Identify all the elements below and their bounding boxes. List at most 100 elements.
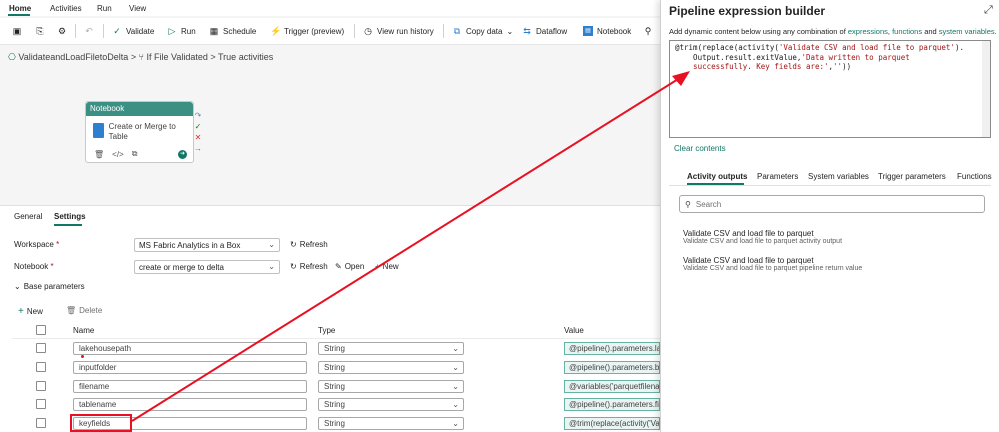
save-as-icon: ⎘ — [36, 26, 44, 36]
play-icon: ▷ — [168, 26, 176, 36]
dataflow-button[interactable]: ⇆ Dataflow — [522, 26, 567, 36]
param-value-input[interactable]: @pipeline().parameters.file — [564, 398, 660, 411]
tab-functions[interactable]: Functions — [957, 172, 992, 181]
expressions-link[interactable]: expressions — [848, 27, 888, 36]
notebook-button[interactable]: ▤ Notebook — [583, 26, 631, 36]
save-icon: ▣ — [12, 26, 22, 36]
tab-settings[interactable]: Settings — [54, 212, 86, 221]
dataflow-label: Dataflow — [536, 26, 568, 36]
output-item-title[interactable]: Validate CSV and load file to parquet — [683, 256, 814, 265]
plus-icon: + — [375, 262, 380, 271]
search-input[interactable]: ⚲ Search — [679, 195, 985, 213]
param-value-input[interactable]: @variables('parquetfilenam — [564, 380, 660, 393]
settings-button[interactable]: ⚙ — [57, 26, 67, 36]
new-notebook-button[interactable]: + New — [375, 262, 399, 271]
save-as-button[interactable]: ⎘ — [35, 26, 45, 36]
param-name-input[interactable]: inputfolder — [73, 361, 307, 374]
chevron-down-icon: ⌄ — [14, 282, 21, 291]
column-header-value: Value — [564, 326, 584, 335]
tab-activity-outputs[interactable]: Activity outputs — [687, 172, 747, 181]
save-button[interactable]: ▣ — [12, 26, 22, 36]
tab-parameters[interactable]: Parameters — [757, 172, 798, 181]
tab-view[interactable]: View — [129, 4, 146, 13]
param-value-input[interactable]: @pipeline().parameters.lak — [564, 342, 660, 355]
tab-general[interactable]: General — [14, 212, 42, 221]
notebook-activity-node[interactable]: Notebook Create or Merge to Table 🗑 </> … — [85, 101, 194, 163]
delete-icon[interactable]: 🗑 — [94, 150, 104, 159]
row-checkbox[interactable] — [36, 362, 46, 372]
if-condition-icon: ⑂ — [138, 52, 144, 62]
go-arrow-icon[interactable]: ➜ — [178, 149, 187, 159]
tab-run[interactable]: Run — [97, 4, 112, 13]
tab-activities[interactable]: Activities — [50, 4, 82, 13]
checkmark-icon: ✓ — [113, 26, 121, 36]
breadcrumb-branch: True activities — [218, 52, 274, 62]
output-item-subtitle: Validate CSV and load file to parquet ac… — [683, 238, 843, 245]
row-checkbox[interactable] — [36, 399, 46, 409]
validate-label: Validate — [126, 26, 155, 36]
param-type-select[interactable]: String ⌄ — [318, 398, 464, 411]
copy-data-button[interactable]: ⧉ Copy data ⌄ — [452, 26, 513, 36]
editor-scrollbar[interactable] — [982, 41, 990, 137]
param-value-input[interactable]: @pipeline().parameters.bro — [564, 361, 660, 374]
row-checkbox[interactable] — [36, 418, 46, 428]
functions-link[interactable]: functions — [892, 27, 922, 36]
output-item-title[interactable]: Validate CSV and load file to parquet — [683, 229, 814, 238]
clear-contents-link[interactable]: Clear contents — [674, 144, 726, 153]
plus-icon: + — [18, 306, 24, 317]
failure-connector-icon[interactable]: ✕ — [194, 132, 202, 143]
completion-connector-icon[interactable]: → — [194, 143, 202, 154]
tab-trigger-parameters[interactable]: Trigger parameters — [878, 172, 946, 181]
param-type-select[interactable]: String ⌄ — [318, 380, 464, 393]
schedule-label: Schedule — [223, 26, 257, 36]
delete-parameter-button[interactable]: 🗑 Delete — [66, 306, 102, 315]
add-parameter-button[interactable]: + New — [18, 306, 43, 317]
select-all-checkbox[interactable] — [36, 325, 46, 335]
notebook-icon — [93, 123, 104, 138]
notebook-refresh-button[interactable]: ↻ Refresh — [290, 262, 328, 271]
tab-system-variables[interactable]: System variables — [808, 172, 869, 181]
schedule-button[interactable]: ▦ Schedule — [209, 26, 257, 36]
output-item-subtitle: Validate CSV and load file to parquet pi… — [683, 265, 863, 272]
breadcrumb-pipeline[interactable]: ValidateandLoadFiletoDelta — [18, 52, 128, 62]
system-variables-link[interactable]: system variables — [939, 27, 995, 36]
expression-editor[interactable]: @trim(replace(activity('Validate CSV and… — [669, 40, 991, 138]
copy-icon[interactable]: ⧉ — [132, 149, 138, 159]
param-name-input[interactable]: tablename — [73, 398, 307, 411]
param-name-input[interactable]: filename — [73, 380, 307, 393]
view-run-history-button[interactable]: ◷ View run history — [363, 26, 434, 36]
param-name-input[interactable]: lakehousepath — [73, 342, 307, 355]
workspace-select[interactable]: MS Fabric Analytics in a Box ⌄ — [134, 238, 280, 252]
tab-home[interactable]: Home — [9, 4, 31, 13]
validate-button[interactable]: ✓ Validate — [112, 26, 154, 36]
chevron-down-icon: ⌄ — [268, 240, 275, 249]
param-type-select[interactable]: String ⌄ — [318, 361, 464, 374]
trigger-label: Trigger (preview) — [284, 26, 345, 36]
notebook-select[interactable]: create or merge to delta ⌄ — [134, 260, 280, 274]
row-checkbox[interactable] — [36, 381, 46, 391]
gear-icon: ⚙ — [57, 26, 67, 36]
dataflow-icon: ⇆ — [523, 26, 531, 36]
breadcrumb-activity[interactable]: If File Validated — [147, 52, 208, 62]
skip-connector-icon[interactable]: ↷ — [194, 110, 202, 121]
param-type-select[interactable]: String ⌄ — [318, 417, 464, 430]
search-icon: ⚲ — [685, 199, 691, 209]
code-icon[interactable]: </> — [112, 150, 124, 159]
undo-icon: ↶ — [85, 26, 93, 36]
expand-icon[interactable]: ⤢ — [984, 4, 993, 17]
search-button[interactable]: ⚲ — [643, 26, 653, 36]
trigger-button[interactable]: ⚡ Trigger (preview) — [270, 26, 344, 36]
param-value-input[interactable]: @trim(replace(activity('Vali — [564, 417, 660, 430]
undo-button[interactable]: ↶ — [84, 26, 94, 36]
toolbar: ▣ ⎘ ⚙ ↶ ✓ Validate ▷ Run ▦ Schedule ⚡ Trigge… — [0, 18, 660, 45]
view-run-history-label: View run history — [377, 26, 434, 36]
success-connector-icon[interactable]: ✓ — [194, 121, 202, 132]
run-button[interactable]: ▷ Run — [167, 26, 196, 36]
param-type-select[interactable]: String ⌄ — [318, 342, 464, 355]
row-checkbox[interactable] — [36, 343, 46, 353]
base-parameters-toggle[interactable]: ⌄ Base parameters — [14, 282, 85, 291]
lightning-icon: ⚡ — [270, 26, 282, 36]
toolbar-divider — [103, 24, 104, 38]
open-notebook-button[interactable]: ✎ Open — [335, 262, 364, 271]
workspace-refresh-button[interactable]: ↻ Refresh — [290, 240, 328, 249]
